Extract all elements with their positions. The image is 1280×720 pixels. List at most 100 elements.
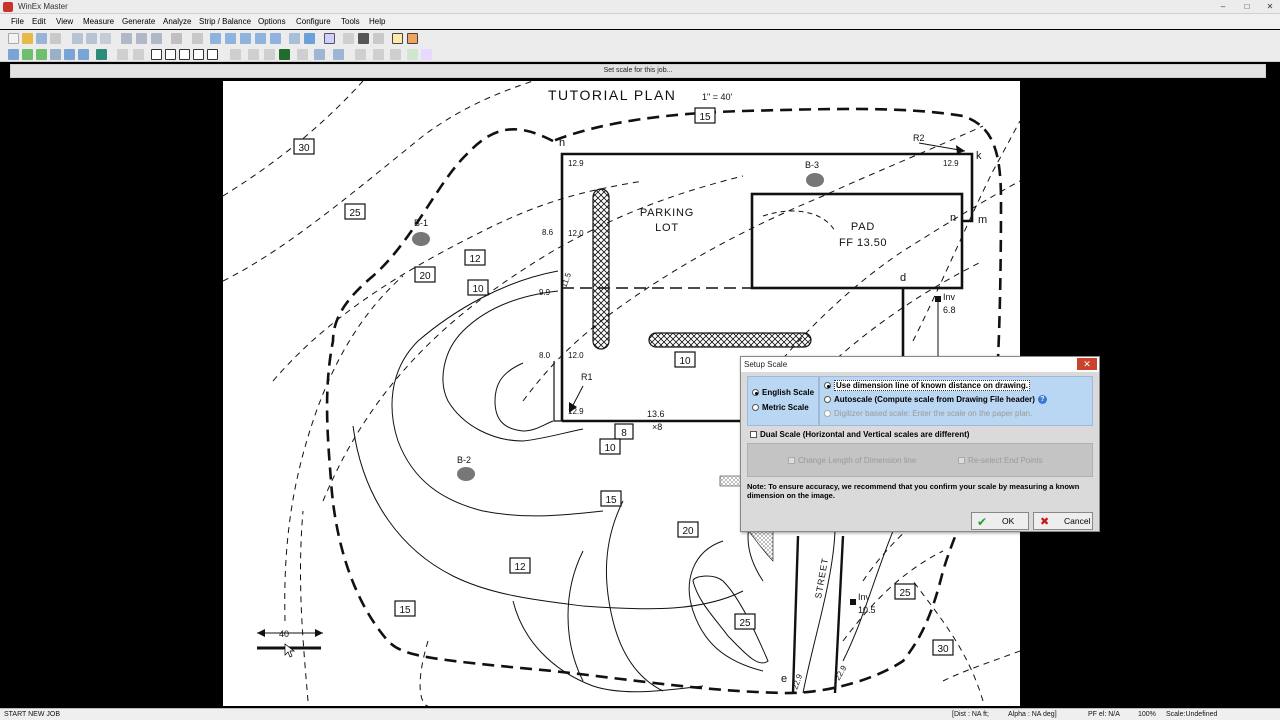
- copy-icon[interactable]: [86, 33, 97, 44]
- draw-tool-icon[interactable]: [8, 49, 19, 60]
- help-icon[interactable]: [407, 49, 418, 60]
- grid-3-icon[interactable]: [373, 49, 384, 60]
- pan-hand-icon[interactable]: [343, 33, 354, 44]
- cancel-button[interactable]: ✖ Cancel: [1033, 512, 1093, 530]
- scale-tool-icon[interactable]: [407, 33, 418, 44]
- contour-tag: 15: [699, 112, 711, 123]
- info-icon[interactable]: [324, 33, 335, 44]
- dual-scale-option[interactable]: Dual Scale (Horizontal and Vertical scal…: [747, 430, 1093, 441]
- contour-tag: 20: [419, 271, 431, 282]
- radio-selected-icon[interactable]: [752, 389, 759, 397]
- select-tool-icon[interactable]: [36, 49, 47, 60]
- contour-icon[interactable]: [264, 49, 275, 60]
- menu-help[interactable]: Help: [369, 17, 385, 26]
- node-tool-icon[interactable]: [22, 49, 33, 60]
- boring-b2: [457, 467, 475, 481]
- street: [791, 535, 845, 694]
- cross-icon: ✖: [1040, 516, 1050, 528]
- menu-edit[interactable]: Edit: [32, 17, 46, 26]
- menu-measure[interactable]: Measure: [83, 17, 114, 26]
- cut-fill-icon[interactable]: [333, 49, 344, 60]
- pick-icon[interactable]: [373, 33, 384, 44]
- undo-icon[interactable]: [100, 33, 111, 44]
- zoom-in-icon[interactable]: [210, 33, 221, 44]
- elevation-label: 12.9: [568, 407, 584, 416]
- report-tool-icon[interactable]: [193, 49, 204, 60]
- output-tool-icon[interactable]: [207, 49, 218, 60]
- dialog-title: Setup Scale: [744, 360, 788, 369]
- layer-icon[interactable]: [117, 49, 128, 60]
- layer-2-icon[interactable]: [133, 49, 144, 60]
- close-window-button[interactable]: ✕: [1261, 2, 1279, 12]
- terrain-icon[interactable]: [279, 49, 290, 60]
- volume-icon[interactable]: [314, 49, 325, 60]
- metric-scale-option[interactable]: Metric Scale: [752, 403, 809, 412]
- grid-4-icon[interactable]: [390, 49, 401, 60]
- contour-tag: 10: [472, 284, 484, 295]
- menu-file[interactable]: File: [11, 17, 24, 26]
- menu-analyze[interactable]: Analyze: [163, 17, 191, 26]
- menu-generate[interactable]: Generate: [122, 17, 155, 26]
- elevation-label: 12.0: [568, 229, 584, 238]
- mouse-cursor-icon: [284, 643, 296, 658]
- page-setup-icon[interactable]: [136, 33, 147, 44]
- menu-options[interactable]: Options: [258, 17, 286, 26]
- move-tool-icon[interactable]: [64, 49, 75, 60]
- copy-tool-icon[interactable]: [78, 49, 89, 60]
- edit-tool-icon[interactable]: [50, 49, 61, 60]
- radio-icon[interactable]: [824, 396, 831, 404]
- english-scale-option[interactable]: English Scale: [752, 388, 814, 397]
- save-icon[interactable]: [36, 33, 47, 44]
- zoom-window-icon[interactable]: [240, 33, 251, 44]
- menu-strip-balance[interactable]: Strip / Balance: [199, 17, 251, 26]
- gear-icon[interactable]: [358, 33, 369, 44]
- radio-selected-icon[interactable]: [824, 382, 831, 390]
- menu-tools[interactable]: Tools: [341, 17, 360, 26]
- page-icon[interactable]: [121, 33, 132, 44]
- status-alpha: Alpha : NA deg]: [1008, 711, 1057, 718]
- grid-2-icon[interactable]: [355, 49, 366, 60]
- contour-tag: 12: [514, 562, 526, 573]
- new-file-icon[interactable]: [8, 33, 19, 44]
- contour-tag: 10: [604, 443, 616, 454]
- open-folder-icon[interactable]: [22, 33, 33, 44]
- dialog-title-bar[interactable]: Setup Scale ✕: [741, 357, 1099, 372]
- layout-icon[interactable]: [151, 33, 162, 44]
- ok-button[interactable]: ✔ OK: [971, 512, 1029, 530]
- label-tool-icon[interactable]: [165, 49, 176, 60]
- text-tool-icon[interactable]: [151, 49, 162, 60]
- area-icon[interactable]: [297, 49, 308, 60]
- print-icon[interactable]: [50, 33, 61, 44]
- radio-icon[interactable]: [752, 404, 759, 412]
- table-tool-icon[interactable]: [179, 49, 190, 60]
- toolbar-main: [0, 30, 1280, 46]
- minimize-button[interactable]: –: [1214, 2, 1232, 12]
- redraw-icon[interactable]: [304, 33, 315, 44]
- menu-configure[interactable]: Configure: [296, 17, 331, 26]
- invert-1-value: 6.8: [943, 305, 956, 315]
- scale-d-icon[interactable]: [392, 33, 403, 44]
- dimension-line-option[interactable]: Use dimension line of known distance on …: [824, 380, 1031, 391]
- checkbox-icon[interactable]: [750, 431, 757, 439]
- context-help-icon[interactable]: [421, 49, 432, 60]
- filter-icon[interactable]: [96, 49, 107, 60]
- help-icon[interactable]: ?: [1037, 395, 1047, 405]
- grid-icon[interactable]: [171, 33, 182, 44]
- profile-icon[interactable]: [248, 49, 259, 60]
- cut-icon[interactable]: [72, 33, 83, 44]
- dialog-close-button[interactable]: ✕: [1077, 358, 1097, 370]
- zoom-out-icon[interactable]: [225, 33, 236, 44]
- zoom-previous-icon[interactable]: [270, 33, 281, 44]
- b1-label: B-1: [414, 218, 428, 228]
- autoscale-option[interactable]: Autoscale (Compute scale from Drawing Fi…: [824, 395, 1047, 405]
- maximize-button[interactable]: □: [1238, 2, 1256, 12]
- zoom-all-icon[interactable]: [255, 33, 266, 44]
- section-icon[interactable]: [230, 49, 241, 60]
- menu-view[interactable]: View: [56, 17, 73, 26]
- toolbar-secondary: [0, 46, 1280, 62]
- refresh-icon[interactable]: [192, 33, 203, 44]
- fit-icon[interactable]: [289, 33, 300, 44]
- contour-tag: 10: [679, 356, 691, 367]
- pad-label-1: PAD: [851, 221, 875, 233]
- status-bar: START NEW JOB [Dist : NA ft; Alpha : NA …: [0, 708, 1280, 720]
